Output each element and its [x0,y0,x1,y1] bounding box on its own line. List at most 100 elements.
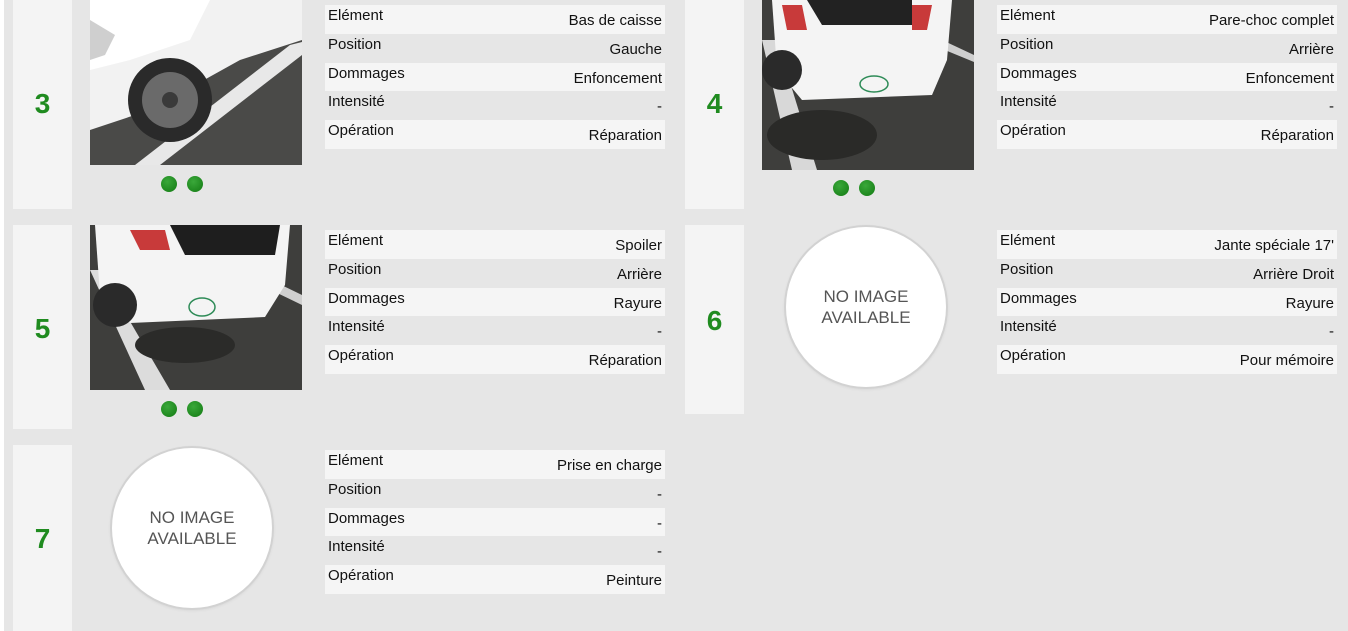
item-number-column: 5 [13,225,72,429]
label: Dommages [1000,64,1077,82]
label: Opération [1000,122,1066,140]
damage-photo[interactable] [762,0,974,170]
value: Arrière [616,265,662,283]
damage-card-5: 5 Elément Spoiler Position Arrière Dommage… [13,225,673,429]
row-damage: Dommages - [325,507,665,537]
value: - [657,323,662,341]
photo-pager [161,176,203,192]
label: Opération [328,122,394,140]
label: Intensité [1000,318,1057,336]
photo-dot[interactable] [161,401,177,417]
row-intensity: Intensité - [325,536,665,566]
row-position: Position - [325,478,665,508]
row-element: Elément Prise en charge [325,450,665,479]
label: Intensité [1000,93,1057,111]
value: - [1329,98,1334,116]
damage-details-table: Elément Prise en charge Position - Dommage… [325,450,665,594]
damage-photo[interactable] [90,0,302,165]
value: Prise en charge [556,457,662,474]
row-element: Elément Pare-choc complet [997,5,1337,34]
row-damage: Dommages Enfoncement [325,62,665,92]
label: Opération [328,567,394,585]
row-operation: Opération Réparation [325,120,665,149]
value: Pare-choc complet [1208,12,1334,29]
label: Dommages [328,289,405,307]
row-element: Elément Jante spéciale 17' [997,230,1337,259]
damage-card-6: 6 NO IMAGE AVAILABLE Elément Jante spécial… [685,225,1345,414]
item-number-column: 6 [685,225,744,414]
value: Réparation [588,127,662,145]
row-damage: Dommages Rayure [997,287,1337,317]
no-image-placeholder: NO IMAGE AVAILABLE [786,227,946,387]
value: - [657,98,662,116]
damage-details-table: Elément Bas de caisse Position Gauche Domm… [325,5,665,149]
value: Enfoncement [1245,69,1334,87]
label: Dommages [328,509,405,527]
item-number: 3 [34,88,51,119]
row-intensity: Intensité - [325,91,665,121]
damage-photo[interactable] [90,225,302,390]
no-image-placeholder: NO IMAGE AVAILABLE [112,448,272,608]
photo-dot[interactable] [187,176,203,192]
value: - [1329,323,1334,341]
value: Enfoncement [573,69,662,87]
label: Opération [328,347,394,365]
item-number: 4 [706,88,723,119]
value: - [657,543,662,561]
label: Position [328,480,382,498]
label: Position [328,35,382,53]
value: Bas de caisse [568,12,662,29]
label: Opération [1000,347,1066,365]
item-number-column: 3 [13,0,72,209]
damage-card-7: 7 NO IMAGE AVAILABLE Elément Prise en char… [13,445,673,631]
row-intensity: Intensité - [997,91,1337,121]
value: Jante spéciale 17' [1214,237,1334,254]
item-number: 7 [34,523,51,554]
value: - [657,514,662,532]
value: Réparation [588,352,662,370]
row-intensity: Intensité - [325,316,665,346]
row-intensity: Intensité - [997,316,1337,346]
row-position: Position Arrière Droit [997,258,1337,288]
photo-dot[interactable] [859,180,875,196]
photo-pager [161,401,203,417]
photo-dot[interactable] [833,180,849,196]
value: Arrière [1288,40,1334,58]
label: Position [1000,260,1054,278]
row-position: Position Arrière [997,33,1337,63]
photo-pager [833,180,875,196]
damage-details-table: Elément Jante spéciale 17' Position Arrièr… [997,230,1337,374]
value: Rayure [1285,294,1334,312]
row-element: Elément Spoiler [325,230,665,259]
damage-details-table: Elément Pare-choc complet Position Arrière… [997,5,1337,149]
row-operation: Opération Réparation [997,120,1337,149]
damage-card-4: 4 Elément Pare-choc complet Position Arriè [685,0,1345,209]
label: Intensité [328,538,385,556]
label: Elément [328,7,384,24]
row-damage: Dommages Enfoncement [997,62,1337,92]
item-number: 6 [706,305,723,336]
label: Intensité [328,318,385,336]
value: - [657,485,662,503]
label: Position [1000,35,1054,53]
label: Elément [1000,7,1056,24]
value: Arrière Droit [1253,265,1334,283]
row-element: Elément Bas de caisse [325,5,665,34]
label: Elément [1000,232,1056,249]
row-position: Position Gauche [325,33,665,63]
value: Spoiler [615,237,662,254]
value: Peinture [606,572,662,590]
damage-card-3: 3 Elément Bas de caisse Position Gauche Do… [13,0,673,209]
value: Pour mémoire [1239,352,1334,370]
label: Dommages [328,64,405,82]
label: Intensité [328,93,385,111]
row-damage: Dommages Rayure [325,287,665,317]
damage-report-panel: 3 Elément Bas de caisse Position Gauche Do… [4,0,1348,631]
row-operation: Opération Pour mémoire [997,345,1337,374]
row-operation: Opération Réparation [325,345,665,374]
photo-dot[interactable] [161,176,177,192]
value: Réparation [1260,127,1334,145]
photo-dot[interactable] [187,401,203,417]
item-number-column: 4 [685,0,744,209]
row-position: Position Arrière [325,258,665,288]
